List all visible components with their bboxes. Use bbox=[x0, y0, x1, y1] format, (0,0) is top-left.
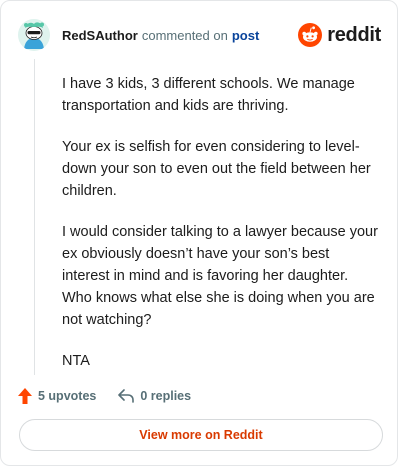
reddit-snoo-icon bbox=[298, 23, 323, 47]
snoo-avatar-icon[interactable] bbox=[18, 19, 50, 51]
author-line: RedSAuthor commented on post bbox=[62, 28, 298, 43]
reddit-logo[interactable]: reddit bbox=[298, 23, 381, 47]
reply-button[interactable]: 0 replies bbox=[118, 389, 191, 403]
comment-body: I have 3 kids, 3 different schools. We m… bbox=[62, 73, 380, 391]
comment-embed-card: RedSAuthor commented on post reddit I ha… bbox=[0, 0, 398, 466]
author-name[interactable]: RedSAuthor bbox=[62, 28, 138, 43]
comment-paragraph: Your ex is selfish for even considering … bbox=[62, 139, 371, 199]
upvote-button[interactable]: 5 upvotes bbox=[18, 388, 96, 404]
reply-arrow-icon bbox=[118, 389, 135, 403]
thread-line bbox=[34, 59, 35, 375]
post-link[interactable]: post bbox=[232, 28, 259, 43]
comment-paragraph: NTA bbox=[62, 353, 90, 369]
reply-count: 0 replies bbox=[140, 389, 192, 403]
reddit-wordmark: reddit bbox=[327, 23, 381, 46]
upvote-arrow-icon bbox=[18, 388, 32, 404]
comment-paragraph: I would consider talking to a lawyer bec… bbox=[62, 224, 378, 328]
comment-actions: 5 upvotes 0 replies bbox=[18, 385, 191, 407]
view-more-button[interactable]: View more on Reddit bbox=[19, 419, 383, 451]
comment-paragraph: I have 3 kids, 3 different schools. We m… bbox=[62, 76, 355, 114]
upvote-count: 5 upvotes bbox=[38, 389, 97, 403]
comment-header: RedSAuthor commented on post reddit bbox=[18, 18, 381, 52]
commented-on-text: commented on bbox=[141, 27, 228, 43]
